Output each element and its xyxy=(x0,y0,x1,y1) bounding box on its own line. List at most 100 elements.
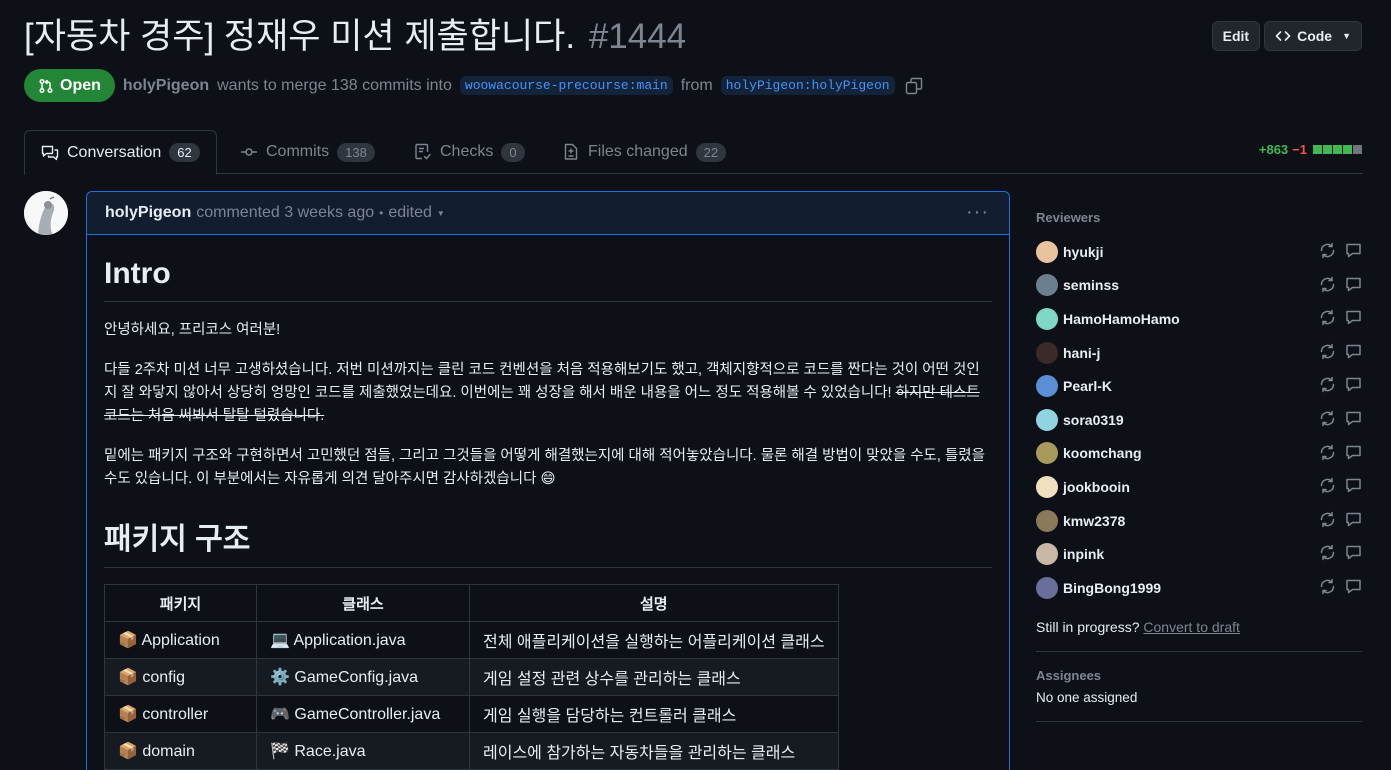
table-cell-class: 🎮 GameController.java xyxy=(256,695,470,733)
reviewer-name[interactable]: seminss xyxy=(1063,277,1119,293)
reviewer-actions xyxy=(1319,444,1362,461)
comment-author-link[interactable]: holyPigeon xyxy=(105,204,191,222)
reviewer-item: Pearl-K xyxy=(1036,369,1362,403)
diffstat-bar xyxy=(1313,145,1363,154)
sync-icon[interactable] xyxy=(1319,410,1336,427)
state-label: Open xyxy=(60,76,101,94)
avatar[interactable] xyxy=(1036,576,1058,599)
pr-number: #1444 xyxy=(588,17,687,56)
sync-icon[interactable] xyxy=(1319,511,1336,528)
reviewers-title[interactable]: Reviewers xyxy=(1036,210,1362,225)
table-cell-description: 게임 설정 관련 상수를 관리하는 클래스 xyxy=(469,658,839,696)
sync-icon[interactable] xyxy=(1319,544,1336,561)
table-cell-description: 게임 실행을 담당하는 컨트롤러 클래스 xyxy=(469,695,839,733)
comment-icon[interactable] xyxy=(1345,276,1362,293)
reviewer-name[interactable]: BingBong1999 xyxy=(1063,580,1161,596)
reviewer-list: hyukji seminss HamoHamoHamo hani-j Pearl-K so… xyxy=(1036,235,1362,605)
sync-icon[interactable] xyxy=(1319,376,1336,393)
avatar[interactable] xyxy=(1036,475,1058,498)
table-header-package: 패키지 xyxy=(104,584,257,622)
comment-icon[interactable] xyxy=(1345,477,1362,494)
chevron-down-icon: ▼ xyxy=(1342,31,1351,41)
reviewer-actions xyxy=(1319,242,1362,259)
table-cell-package: 📦 Application xyxy=(104,621,257,659)
reviewer-actions xyxy=(1319,276,1362,293)
tab-commits-count: 138 xyxy=(337,142,375,162)
reviewer-name[interactable]: koomchang xyxy=(1063,445,1142,461)
comment-separator: • xyxy=(379,206,384,220)
avatar[interactable] xyxy=(1036,442,1058,465)
reviewer-name[interactable]: inpink xyxy=(1063,546,1104,562)
kebab-horizontal-icon[interactable]: ··· xyxy=(966,201,989,224)
reviewer-name[interactable]: kmw2378 xyxy=(1063,513,1125,529)
avatar[interactable] xyxy=(1036,543,1058,566)
tab-conversation[interactable]: Conversation 62 xyxy=(24,130,217,175)
sync-icon[interactable] xyxy=(1319,477,1336,494)
pr-title-text: [자동차 경주] 정재우 미션 제출합니다. xyxy=(24,17,576,56)
sync-icon[interactable] xyxy=(1319,242,1336,259)
sync-icon[interactable] xyxy=(1319,276,1336,293)
reviewer-item: HamoHamoHamo xyxy=(1036,302,1362,336)
tab-checks-label: Checks xyxy=(440,143,494,160)
tab-files-changed[interactable]: Files changed 22 xyxy=(546,130,742,174)
sync-icon[interactable] xyxy=(1319,578,1336,595)
comment-icon[interactable] xyxy=(1345,444,1362,461)
sync-icon[interactable] xyxy=(1319,309,1336,326)
comment-icon[interactable] xyxy=(1345,544,1362,561)
edit-button[interactable]: Edit xyxy=(1211,21,1261,51)
paragraph-greeting: 안녕하세요, 프리코스 여러분! xyxy=(104,322,281,338)
reviewer-item: koomchang xyxy=(1036,437,1362,471)
reviewer-name[interactable]: Pearl-K xyxy=(1063,378,1112,394)
code-button[interactable]: Code ▼ xyxy=(1264,21,1362,51)
reviewer-actions xyxy=(1319,544,1362,561)
assignees-value: No one assigned xyxy=(1036,689,1138,705)
table-row: 📦 domain 🏁 Race.java 레이스에 참가하는 자동차들을 관리하… xyxy=(104,732,839,770)
reviewer-item: BingBong1999 xyxy=(1036,571,1362,605)
avatar[interactable] xyxy=(1036,509,1058,532)
tab-commits[interactable]: Commits 138 xyxy=(224,130,391,174)
table-row: 📦 controller 🎮 GameController.java 게임 실행… xyxy=(104,695,839,733)
reviewer-actions xyxy=(1319,410,1362,427)
avatar[interactable] xyxy=(1036,274,1058,297)
comment-discussion-icon xyxy=(41,145,59,160)
avatar[interactable] xyxy=(24,191,68,235)
avatar[interactable] xyxy=(1036,408,1058,431)
comment-icon[interactable] xyxy=(1345,309,1362,326)
comment-icon[interactable] xyxy=(1345,410,1362,427)
draft-prompt: Still in progress? Convert to draft xyxy=(1036,619,1362,635)
avatar[interactable] xyxy=(1036,240,1058,263)
merge-text: wants to merge 138 commits into xyxy=(217,76,452,94)
reviewer-item: inpink xyxy=(1036,537,1362,571)
reviewer-actions xyxy=(1319,343,1362,360)
edit-label: Edit xyxy=(1222,28,1250,44)
avatar[interactable] xyxy=(1036,375,1058,398)
convert-to-draft-link[interactable]: Convert to draft xyxy=(1143,619,1240,635)
reviewer-name[interactable]: sora0319 xyxy=(1063,412,1124,428)
sync-icon[interactable] xyxy=(1319,444,1336,461)
comment-icon[interactable] xyxy=(1345,343,1362,360)
pr-author-link[interactable]: holyPigeon xyxy=(123,77,209,95)
reviewer-item: jookbooin xyxy=(1036,470,1362,504)
head-branch[interactable]: holyPigeon:holyPigeon xyxy=(720,76,895,95)
reviewer-name[interactable]: HamoHamoHamo xyxy=(1063,311,1180,327)
sync-icon[interactable] xyxy=(1319,343,1336,360)
comment-icon[interactable] xyxy=(1345,578,1362,595)
avatar[interactable] xyxy=(1036,341,1058,364)
comment-icon[interactable] xyxy=(1345,376,1362,393)
tab-checks[interactable]: Checks 0 xyxy=(398,130,541,174)
table-cell-package: 📦 controller xyxy=(104,695,257,733)
comment-icon[interactable] xyxy=(1345,242,1362,259)
table-row: 📦 config ⚙️ GameConfig.java 게임 설정 관련 상수를… xyxy=(104,658,839,696)
reviewer-name[interactable]: hani-j xyxy=(1063,345,1100,361)
assignees-title[interactable]: Assignees xyxy=(1036,668,1362,683)
edited-dropdown[interactable]: edited ▼ xyxy=(388,204,445,222)
reviewer-name[interactable]: hyukji xyxy=(1063,244,1103,260)
tab-commits-label: Commits xyxy=(266,143,330,160)
diffstat-additions: +863 xyxy=(1258,142,1289,157)
base-branch[interactable]: woowacourse-precourse:main xyxy=(459,76,673,95)
avatar[interactable] xyxy=(1036,307,1058,330)
reviewer-name[interactable]: jookbooin xyxy=(1063,479,1130,495)
copy-icon[interactable] xyxy=(905,77,923,95)
comment-icon[interactable] xyxy=(1345,511,1362,528)
table-header-class: 클래스 xyxy=(256,584,470,622)
